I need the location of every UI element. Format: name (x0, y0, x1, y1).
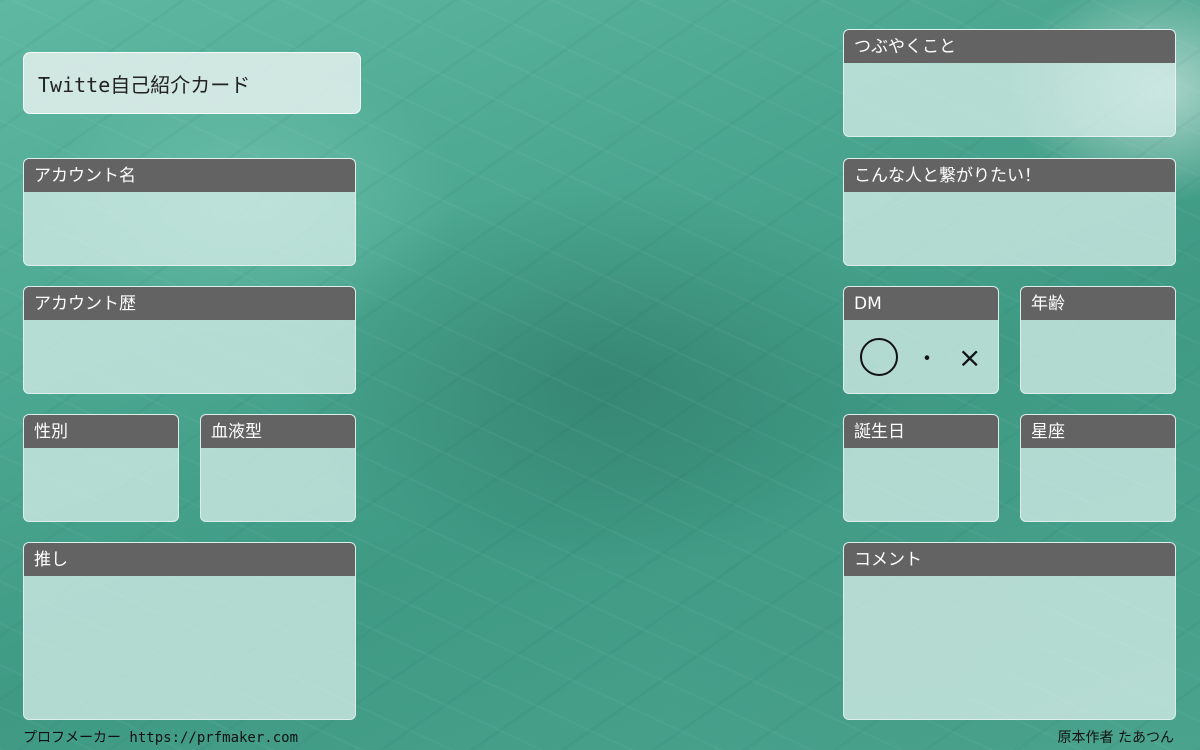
account-history-label: アカウント歴 (24, 287, 355, 320)
account-name-label: アカウント名 (24, 159, 355, 192)
gender-label: 性別 (24, 415, 178, 448)
birthday-field[interactable]: 誕生日 (843, 414, 999, 522)
card-title-text: Twitte自己紹介カード (38, 72, 251, 97)
gender-field[interactable]: 性別 (23, 414, 179, 522)
dm-separator: ・ (916, 347, 939, 372)
tweets-label: つぶやくこと (844, 30, 1175, 63)
birthday-label: 誕生日 (844, 415, 998, 448)
card-title: Twitte自己紹介カード (23, 52, 361, 114)
author-credit: 原本作者 たあつん (1057, 730, 1174, 746)
dm-field[interactable]: DM ・ × (843, 286, 999, 394)
zodiac-field[interactable]: 星座 (1020, 414, 1176, 522)
age-field[interactable]: 年齢 (1020, 286, 1176, 394)
connect-with-label: こんな人と繋がりたい！ (844, 159, 1175, 192)
tweets-field[interactable]: つぶやくこと (843, 29, 1176, 137)
comment-field[interactable]: コメント (843, 542, 1176, 720)
zodiac-label: 星座 (1021, 415, 1175, 448)
comment-label: コメント (844, 543, 1175, 576)
oshi-field[interactable]: 推し (23, 542, 356, 720)
account-name-field[interactable]: アカウント名 (23, 158, 356, 266)
dm-label: DM (844, 287, 998, 320)
dm-ok-circle-icon[interactable] (860, 338, 898, 376)
dm-ng-cross-icon[interactable]: × (958, 341, 981, 374)
blood-type-label: 血液型 (201, 415, 355, 448)
dm-options: ・ × (844, 320, 998, 393)
oshi-label: 推し (24, 543, 355, 576)
blood-type-field[interactable]: 血液型 (200, 414, 356, 522)
maker-credit: プロフメーカー https://prfmaker.com (23, 730, 299, 746)
connect-with-field[interactable]: こんな人と繋がりたい！ (843, 158, 1176, 266)
age-label: 年齢 (1021, 287, 1175, 320)
account-history-field[interactable]: アカウント歴 (23, 286, 356, 394)
